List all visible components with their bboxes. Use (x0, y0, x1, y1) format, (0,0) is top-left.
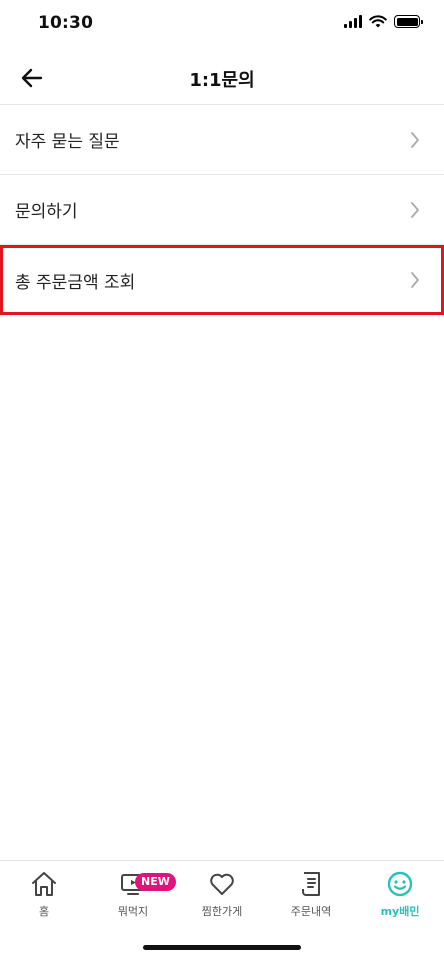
battery-icon (394, 15, 423, 28)
heart-icon (210, 873, 234, 895)
tab-label: 뭐먹지 (117, 905, 149, 918)
tab-label: 홈 (38, 905, 50, 918)
status-bar: 10:30 (0, 0, 444, 50)
chevron-right-icon (411, 132, 419, 148)
signal-icon (344, 15, 362, 28)
tab-label: 주문내역 (290, 905, 332, 918)
new-badge: NEW (135, 873, 176, 891)
menu-list: 자주 묻는 질문 문의하기 총 주문금액 조회 (0, 105, 444, 315)
page-title: 1:1문의 (189, 70, 255, 91)
tab-label: my배민 (380, 905, 420, 918)
status-icons (344, 15, 423, 28)
menu-item-total-order-amount[interactable]: 총 주문금액 조회 (0, 245, 444, 315)
tab-what-to-eat[interactable]: 뭐먹지 NEW (89, 869, 177, 929)
receipt-icon (302, 872, 320, 896)
tab-label: 찜한가게 (201, 905, 243, 918)
tab-favorites[interactable]: 찜한가게 (178, 869, 266, 929)
menu-item-label: 자주 묻는 질문 (15, 132, 120, 152)
menu-item-label: 문의하기 (15, 202, 78, 222)
status-time: 10:30 (38, 13, 94, 33)
home-icon (32, 872, 56, 896)
nav-header: 1:1문의 (0, 50, 444, 105)
smile-icon (387, 871, 413, 897)
home-indicator (143, 945, 301, 950)
menu-item-label: 총 주문금액 조회 (15, 272, 136, 293)
menu-item-inquiry[interactable]: 문의하기 (0, 175, 444, 245)
wifi-icon (369, 15, 387, 28)
chevron-right-icon (411, 272, 419, 288)
tab-home[interactable]: 홈 (0, 869, 88, 929)
menu-item-faq[interactable]: 자주 묻는 질문 (0, 105, 444, 175)
chevron-right-icon (411, 202, 419, 218)
tab-my-baemin[interactable]: my배민 (356, 869, 444, 929)
tab-orders[interactable]: 주문내역 (267, 869, 355, 929)
